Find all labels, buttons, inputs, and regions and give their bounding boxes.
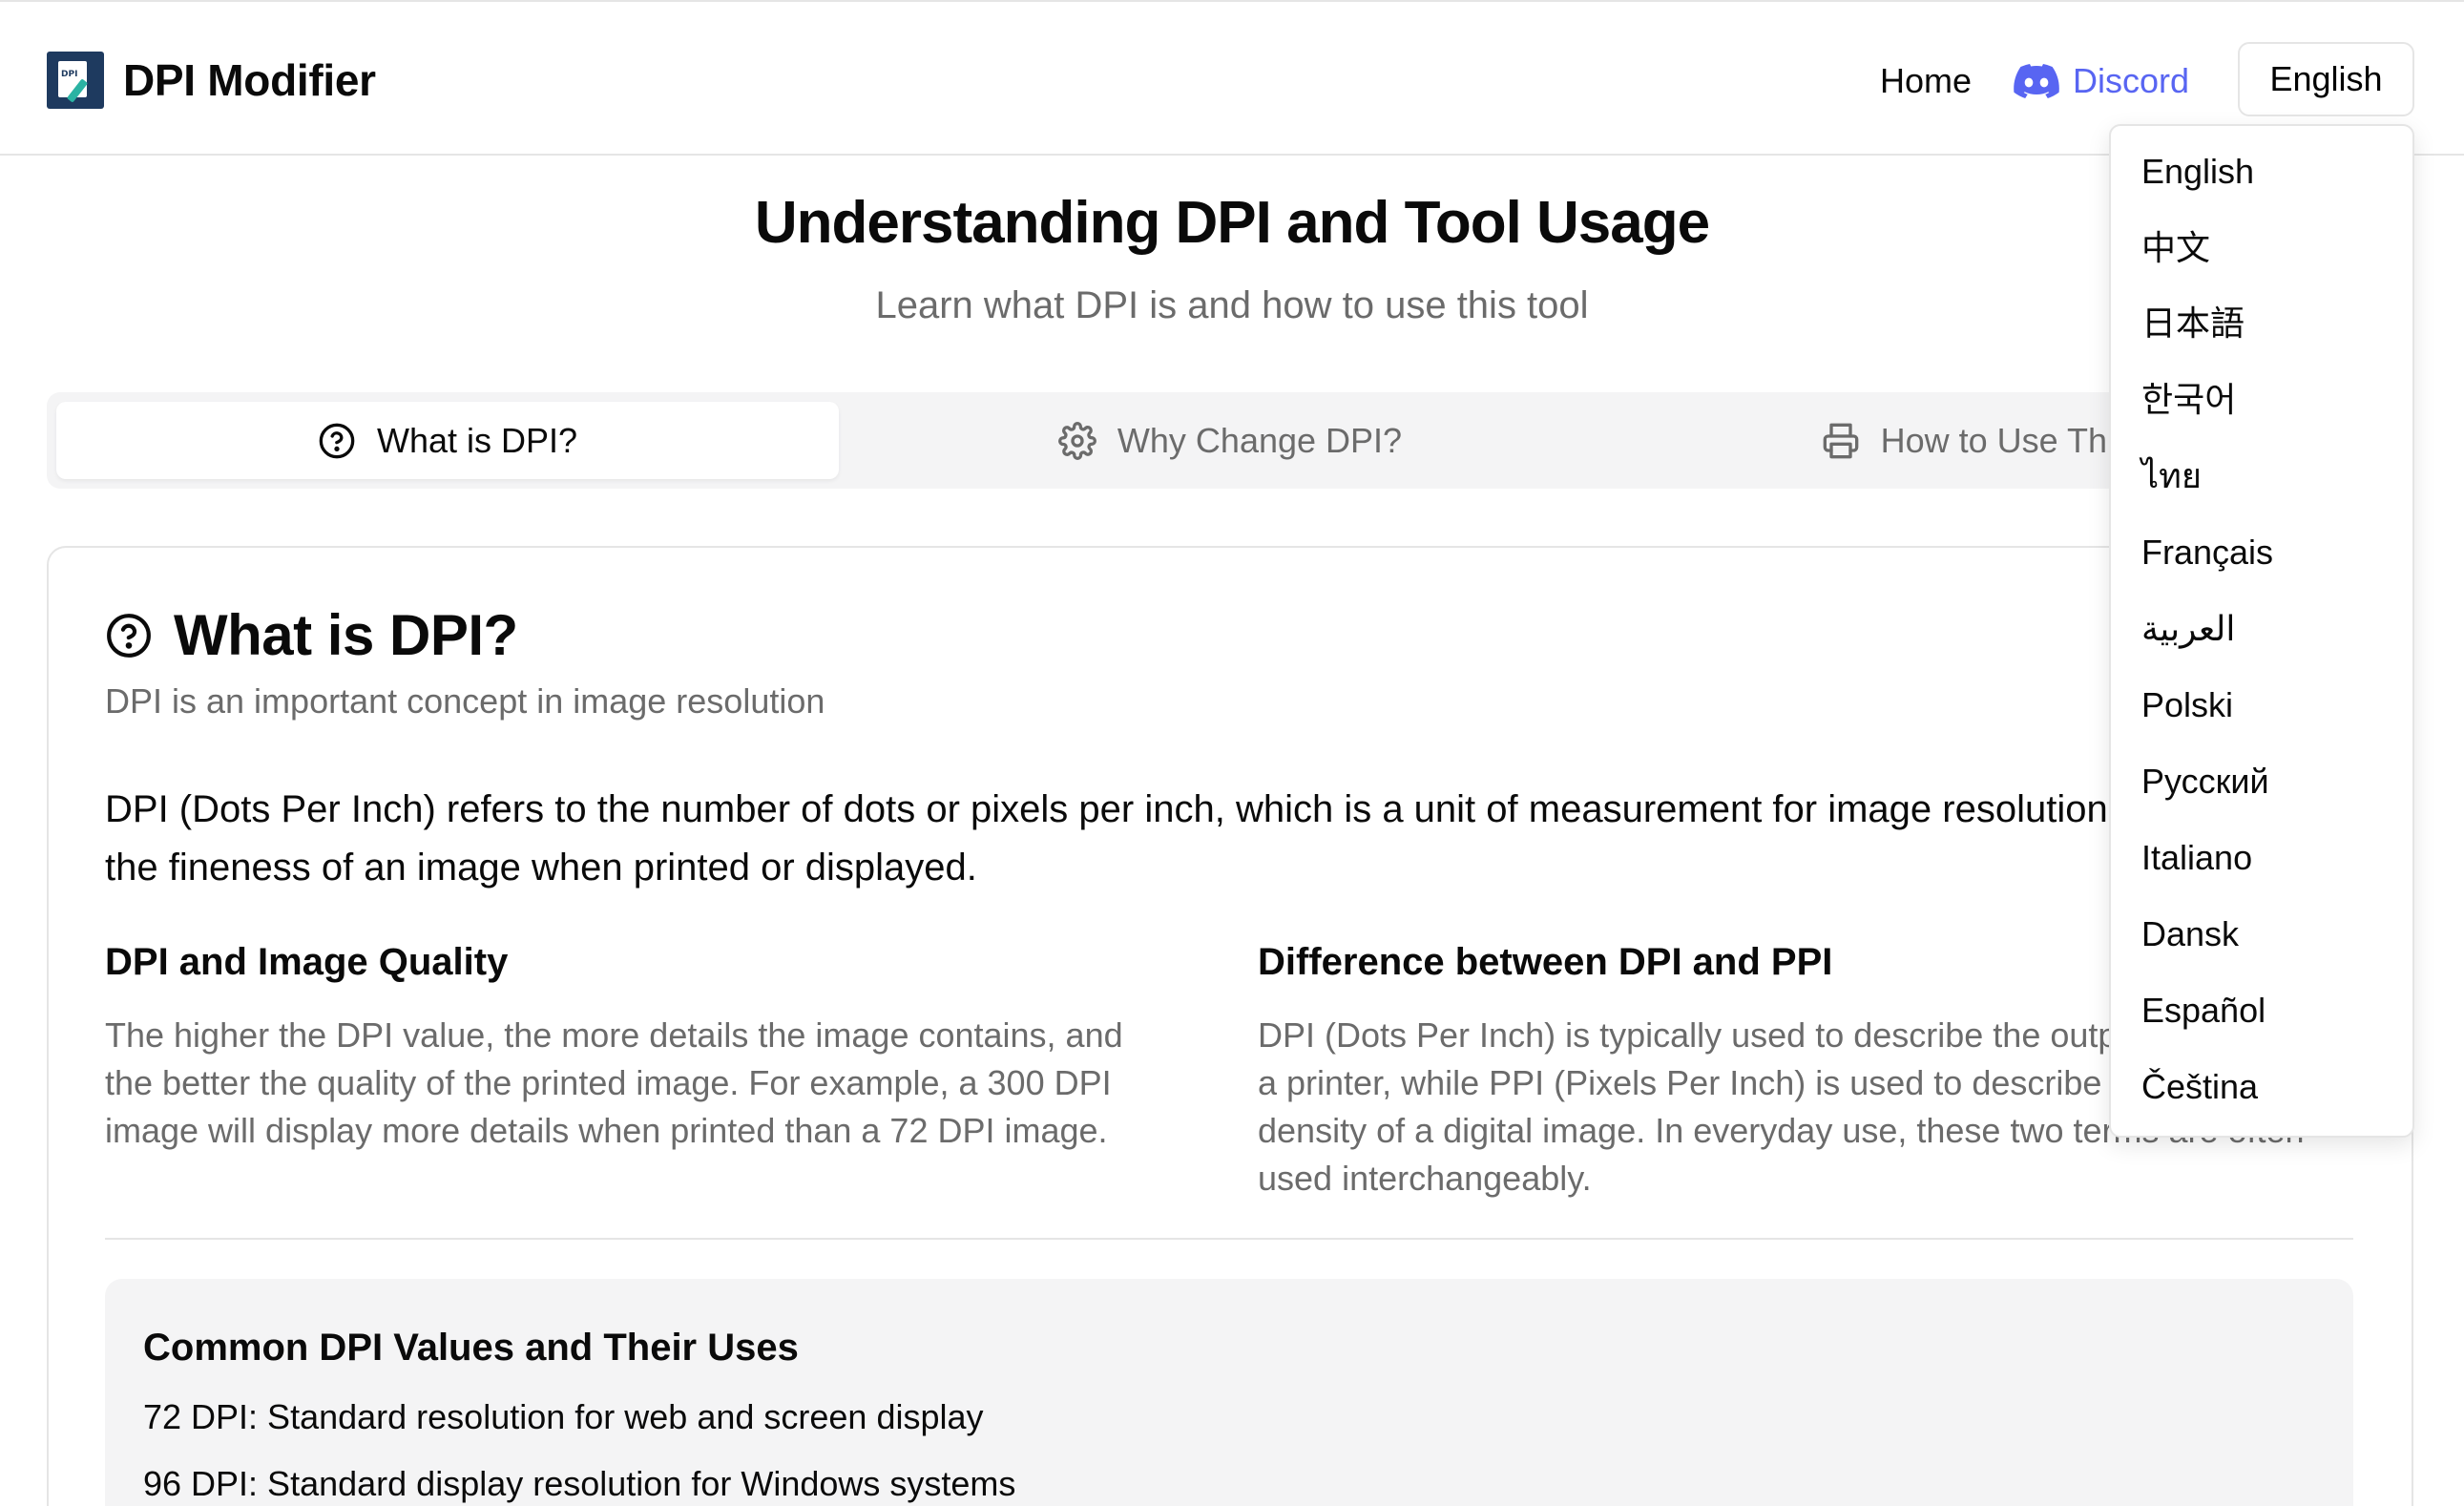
printer-icon bbox=[1823, 423, 1858, 458]
divider bbox=[105, 1238, 2353, 1240]
tab-label: Why Change DPI? bbox=[1117, 420, 1403, 460]
common-dpi-heading: Common DPI Values and Their Uses bbox=[143, 1327, 799, 1369]
section-title: What is DPI? bbox=[105, 599, 518, 672]
dpi-quality-heading: DPI and Image Quality bbox=[105, 941, 509, 983]
language-option-danish[interactable]: Dansk bbox=[2141, 910, 2239, 958]
discord-label: Discord bbox=[2073, 61, 2190, 100]
tab-label: What is DPI? bbox=[376, 420, 578, 460]
section-title-text: What is DPI? bbox=[174, 603, 518, 667]
question-circle-icon bbox=[107, 614, 151, 658]
language-option-korean[interactable]: 한국어 bbox=[2141, 376, 2236, 424]
nav-home-link[interactable]: Home bbox=[1880, 57, 1972, 105]
language-option-polish[interactable]: Polski bbox=[2141, 681, 2233, 729]
page-title: Understanding DPI and Tool Usage bbox=[754, 190, 1710, 256]
gear-icon bbox=[1058, 421, 1096, 460]
tab-what-is-dpi[interactable]: What is DPI? bbox=[56, 402, 839, 479]
language-option-french[interactable]: Français bbox=[2141, 529, 2273, 576]
common-dpi-item: 96 DPI: Standard display resolution for … bbox=[143, 1464, 1016, 1503]
language-option-russian[interactable]: Русский bbox=[2141, 758, 2269, 805]
language-option-spanish[interactable]: Español bbox=[2141, 987, 2266, 1035]
brand-name[interactable]: DPI Modifier bbox=[123, 52, 376, 109]
language-option-czech[interactable]: Čeština bbox=[2141, 1063, 2258, 1111]
language-select-button[interactable]: English bbox=[2238, 42, 2414, 116]
section-description: DPI is an important concept in image res… bbox=[105, 681, 825, 721]
question-circle-icon bbox=[319, 423, 355, 458]
language-option-thai[interactable]: ไทย bbox=[2141, 452, 2202, 500]
language-option-english[interactable]: English bbox=[2141, 148, 2254, 196]
language-dropdown: English 中文 日本語 한국어 ไทย Français العربية … bbox=[2109, 124, 2414, 1138]
tab-list: What is DPI? Why Change DPI? How to Use … bbox=[47, 392, 2413, 489]
language-option-italian[interactable]: Italiano bbox=[2141, 834, 2252, 882]
language-option-chinese[interactable]: 中文 bbox=[2141, 224, 2210, 272]
dpi-quality-text: The higher the DPI value, the more detai… bbox=[105, 1015, 1123, 1150]
common-dpi-box: Common DPI Values and Their Uses 72 DPI:… bbox=[105, 1279, 2353, 1506]
section-body: DPI (Dots Per Inch) refers to the number… bbox=[105, 788, 2342, 889]
page-subtitle: Learn what DPI is and how to use this to… bbox=[875, 284, 1589, 326]
dpi-quality-column: DPI and Image Quality The higher the DPI… bbox=[105, 935, 1174, 1155]
common-dpi-item: 72 DPI: Standard resolution for web and … bbox=[143, 1397, 984, 1436]
language-option-japanese[interactable]: 日本語 bbox=[2141, 300, 2245, 347]
logo-icon[interactable]: DPI bbox=[47, 52, 104, 109]
language-option-arabic[interactable]: العربية bbox=[2141, 605, 2235, 653]
site-header: DPI DPI Modifier Home Discord English bbox=[0, 0, 2464, 156]
tab-why-change-dpi[interactable]: Why Change DPI? bbox=[839, 402, 1621, 479]
nav-discord-link[interactable]: Discord bbox=[2014, 57, 2189, 105]
discord-icon bbox=[2014, 64, 2059, 98]
